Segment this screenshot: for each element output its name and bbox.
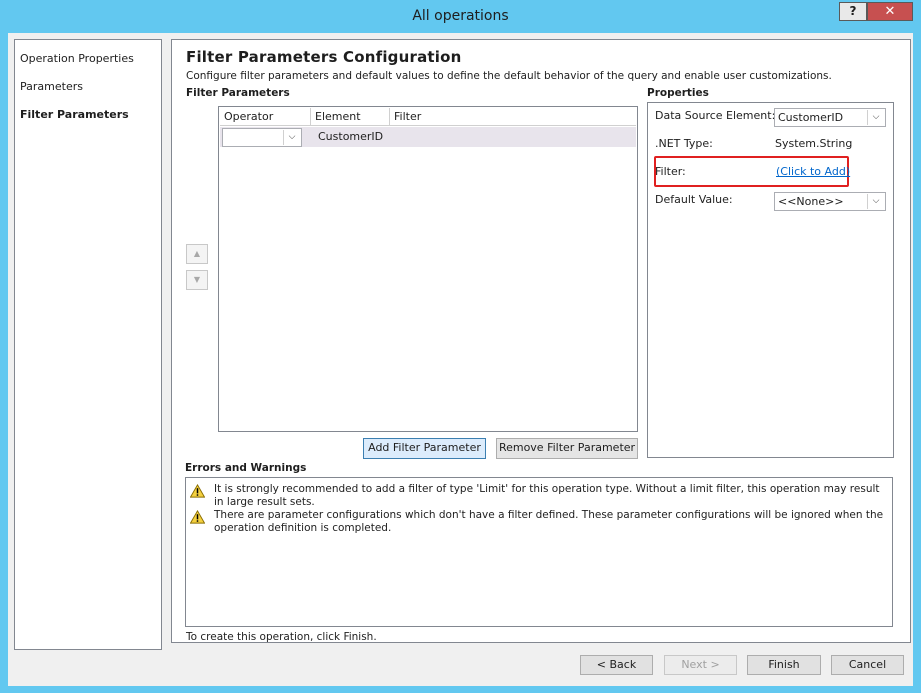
click-to-add-filter-link[interactable]: (Click to Add) <box>776 165 850 178</box>
operator-dropdown[interactable]: ⌵ <box>222 128 302 147</box>
main-panel: Filter Parameters Configuration Configur… <box>171 39 911 643</box>
back-button[interactable]: < Back <box>580 655 653 675</box>
dialog-window: All operations ? ✕ Operation Properties … <box>0 0 921 693</box>
warning-message: There are parameter configurations which… <box>214 509 884 534</box>
wizard-nav: Operation Properties Parameters Filter P… <box>14 39 162 650</box>
cancel-button[interactable]: Cancel <box>831 655 904 675</box>
default-value-label: Default Value: <box>655 193 733 206</box>
properties-heading: Properties <box>647 87 709 99</box>
default-value: <<None>> <box>778 195 844 208</box>
filter-parameters-heading: Filter Parameters <box>186 87 290 99</box>
finish-button[interactable]: Finish <box>747 655 821 675</box>
arrow-down-icon: ▼ <box>193 275 201 284</box>
net-type-value: System.String <box>775 137 853 150</box>
column-header-operator[interactable]: Operator <box>220 108 311 126</box>
column-header-filter[interactable]: Filter <box>390 108 636 126</box>
arrow-up-icon: ▲ <box>193 249 201 258</box>
move-down-button[interactable]: ▼ <box>186 270 208 290</box>
page-description: Configure filter parameters and default … <box>186 70 832 82</box>
chevron-down-icon: ⌵ <box>867 194 884 209</box>
nav-item-parameters[interactable]: Parameters <box>20 80 83 93</box>
nav-item-operation-properties[interactable]: Operation Properties <box>20 52 134 65</box>
chevron-down-icon: ⌵ <box>283 130 300 145</box>
help-button[interactable]: ? <box>839 2 867 21</box>
window-title: All operations <box>412 8 509 24</box>
properties-panel: Data Source Element: CustomerID ⌵ .NET T… <box>647 102 894 458</box>
remove-filter-parameter-button[interactable]: Remove Filter Parameter <box>496 438 638 459</box>
close-button[interactable]: ✕ <box>867 2 913 21</box>
default-value-dropdown[interactable]: <<None>> ⌵ <box>774 192 886 211</box>
filter-parameters-grid[interactable]: Operator Element Filter ⌵ CustomerID <box>218 106 638 432</box>
net-type-label: .NET Type: <box>655 137 713 150</box>
footer-hint: To create this operation, click Finish. <box>186 631 377 643</box>
next-button[interactable]: Next > <box>664 655 737 675</box>
add-filter-parameter-button[interactable]: Add Filter Parameter <box>363 438 486 459</box>
errors-warnings-heading: Errors and Warnings <box>185 462 307 474</box>
table-row[interactable]: ⌵ CustomerID <box>220 127 636 147</box>
title-bar[interactable]: All operations ? ✕ <box>0 0 921 33</box>
close-icon: ✕ <box>884 4 896 19</box>
warning-message: It is strongly recommended to add a filt… <box>214 483 880 508</box>
data-source-dropdown[interactable]: CustomerID ⌵ <box>774 108 886 127</box>
data-source-label: Data Source Element: <box>655 109 776 122</box>
errors-warnings-list: It is strongly recommended to add a filt… <box>185 477 893 627</box>
warning-icon <box>190 510 205 524</box>
page-title: Filter Parameters Configuration <box>186 48 462 66</box>
warning-icon <box>190 484 205 498</box>
nav-item-filter-parameters[interactable]: Filter Parameters <box>20 108 129 121</box>
chevron-down-icon: ⌵ <box>867 110 884 125</box>
column-header-element[interactable]: Element <box>311 108 390 126</box>
element-cell: CustomerID <box>318 130 384 143</box>
move-up-button[interactable]: ▲ <box>186 244 208 264</box>
dialog-client: Operation Properties Parameters Filter P… <box>8 33 913 686</box>
data-source-value: CustomerID <box>778 111 844 124</box>
filter-label: Filter: <box>655 165 686 178</box>
